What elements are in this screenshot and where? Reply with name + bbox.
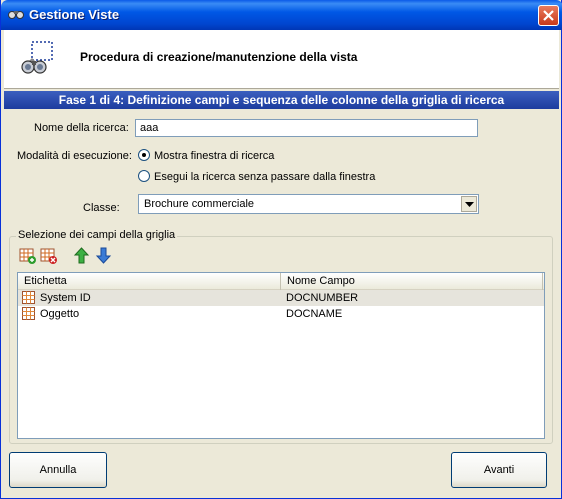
column-header-etichetta[interactable]: Etichetta bbox=[18, 273, 281, 290]
header-description: Procedura di creazione/manutenzione dell… bbox=[80, 50, 358, 64]
grid-field-icon bbox=[22, 307, 35, 320]
class-select[interactable]: Brochure commerciale bbox=[138, 194, 479, 214]
add-field-icon[interactable] bbox=[18, 246, 37, 265]
table-row[interactable]: System ID DOCNUMBER bbox=[18, 290, 544, 306]
remove-field-icon[interactable] bbox=[39, 246, 58, 265]
mode-label: Modalità di esecuzione: bbox=[17, 150, 132, 162]
window-title: Gestione Viste bbox=[29, 7, 120, 22]
close-icon bbox=[543, 10, 554, 21]
binoculars-selection-icon bbox=[20, 40, 56, 76]
row-field: DOCNAME bbox=[286, 308, 343, 320]
close-button[interactable] bbox=[538, 5, 559, 26]
binoculars-icon bbox=[8, 8, 24, 20]
cancel-button[interactable]: Annulla bbox=[9, 452, 107, 488]
table-row[interactable]: Oggetto DOCNAME bbox=[18, 306, 544, 322]
grid-header: Etichetta Nome Campo bbox=[18, 273, 544, 290]
row-label: Oggetto bbox=[40, 308, 80, 320]
column-header-nome-campo[interactable]: Nome Campo bbox=[281, 273, 543, 290]
class-label: Classe: bbox=[83, 202, 120, 214]
arrow-up-icon[interactable] bbox=[72, 246, 91, 265]
next-button[interactable]: Avanti bbox=[451, 452, 547, 488]
class-select-value: Brochure commerciale bbox=[144, 198, 255, 210]
chevron-down-icon[interactable] bbox=[461, 196, 477, 212]
radio-run-without-window[interactable] bbox=[138, 170, 150, 182]
grid-field-icon bbox=[22, 291, 35, 304]
search-name-input[interactable]: aaa bbox=[135, 119, 478, 137]
step-banner: Fase 1 di 4: Definizione campi e sequenz… bbox=[4, 91, 559, 109]
gestione-viste-window: Gestione Viste Procedura di creazione/ma… bbox=[0, 0, 562, 499]
radio-show-search-window-label[interactable]: Mostra finestra di ricerca bbox=[154, 150, 274, 162]
wizard-header: Procedura di creazione/manutenzione dell… bbox=[4, 30, 559, 89]
radio-run-without-window-label[interactable]: Esegui la ricerca senza passare dalla fi… bbox=[154, 171, 375, 183]
arrow-down-icon[interactable] bbox=[94, 246, 113, 265]
search-name-label: Nome della ricerca: bbox=[34, 122, 129, 134]
radio-show-search-window[interactable] bbox=[138, 149, 150, 161]
fields-selection-group: Selezione dei campi della griglia Etiche… bbox=[9, 229, 553, 444]
title-bar[interactable]: Gestione Viste bbox=[1, 0, 562, 30]
fields-group-title: Selezione dei campi della griglia bbox=[16, 229, 178, 241]
row-label: System ID bbox=[40, 292, 91, 304]
fields-grid[interactable]: Etichetta Nome Campo System ID DOCNUMBER bbox=[17, 272, 545, 439]
row-field: DOCNUMBER bbox=[286, 292, 359, 304]
